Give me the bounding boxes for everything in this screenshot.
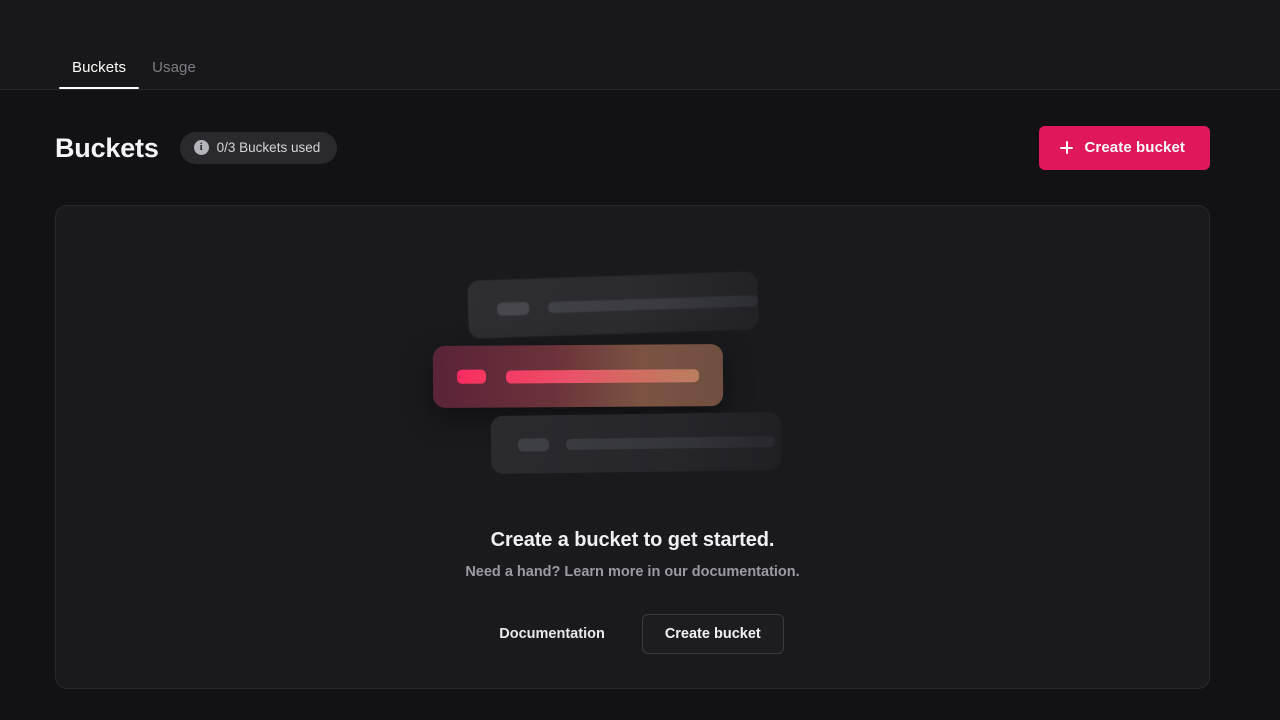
buckets-illustration <box>432 262 833 527</box>
buckets-usage-badge: i 0/3 Buckets used <box>179 131 338 164</box>
create-bucket-button-header[interactable]: Create bucket <box>1039 125 1210 170</box>
page-header: Buckets i 0/3 Buckets used Create bucket <box>0 90 1280 205</box>
create-bucket-button-empty[interactable]: Create bucket <box>641 614 784 654</box>
illustration-bar-highlight <box>505 368 699 384</box>
empty-state-title: Create a bucket to get started. <box>490 529 775 551</box>
illustration-row-bottom <box>490 411 781 475</box>
tab-usage[interactable]: Usage <box>139 59 209 89</box>
tab-list: Buckets Usage <box>59 59 209 89</box>
tab-buckets[interactable]: Buckets <box>59 59 140 89</box>
illustration-chip-highlight <box>456 369 486 384</box>
buckets-usage-label: 0/3 Buckets used <box>216 140 321 155</box>
illustration-chip <box>517 437 549 452</box>
plus-icon <box>1060 141 1074 154</box>
info-icon: i <box>193 140 209 155</box>
illustration-row-top <box>466 271 759 339</box>
page-title: Buckets <box>55 132 159 163</box>
illustration-bar <box>565 435 775 450</box>
illustration-chip <box>496 301 529 316</box>
buckets-empty-card: Create a bucket to get started. Need a h… <box>55 205 1210 689</box>
illustration-bar <box>547 294 758 313</box>
empty-state-actions: Documentation Create bucket <box>481 614 784 654</box>
create-bucket-label: Create bucket <box>1084 139 1185 156</box>
empty-state-subtitle: Need a hand? Learn more in our documenta… <box>465 564 800 580</box>
documentation-button[interactable]: Documentation <box>481 614 623 654</box>
top-tab-bar: Buckets Usage <box>0 0 1280 90</box>
illustration-row-highlight <box>432 343 723 409</box>
